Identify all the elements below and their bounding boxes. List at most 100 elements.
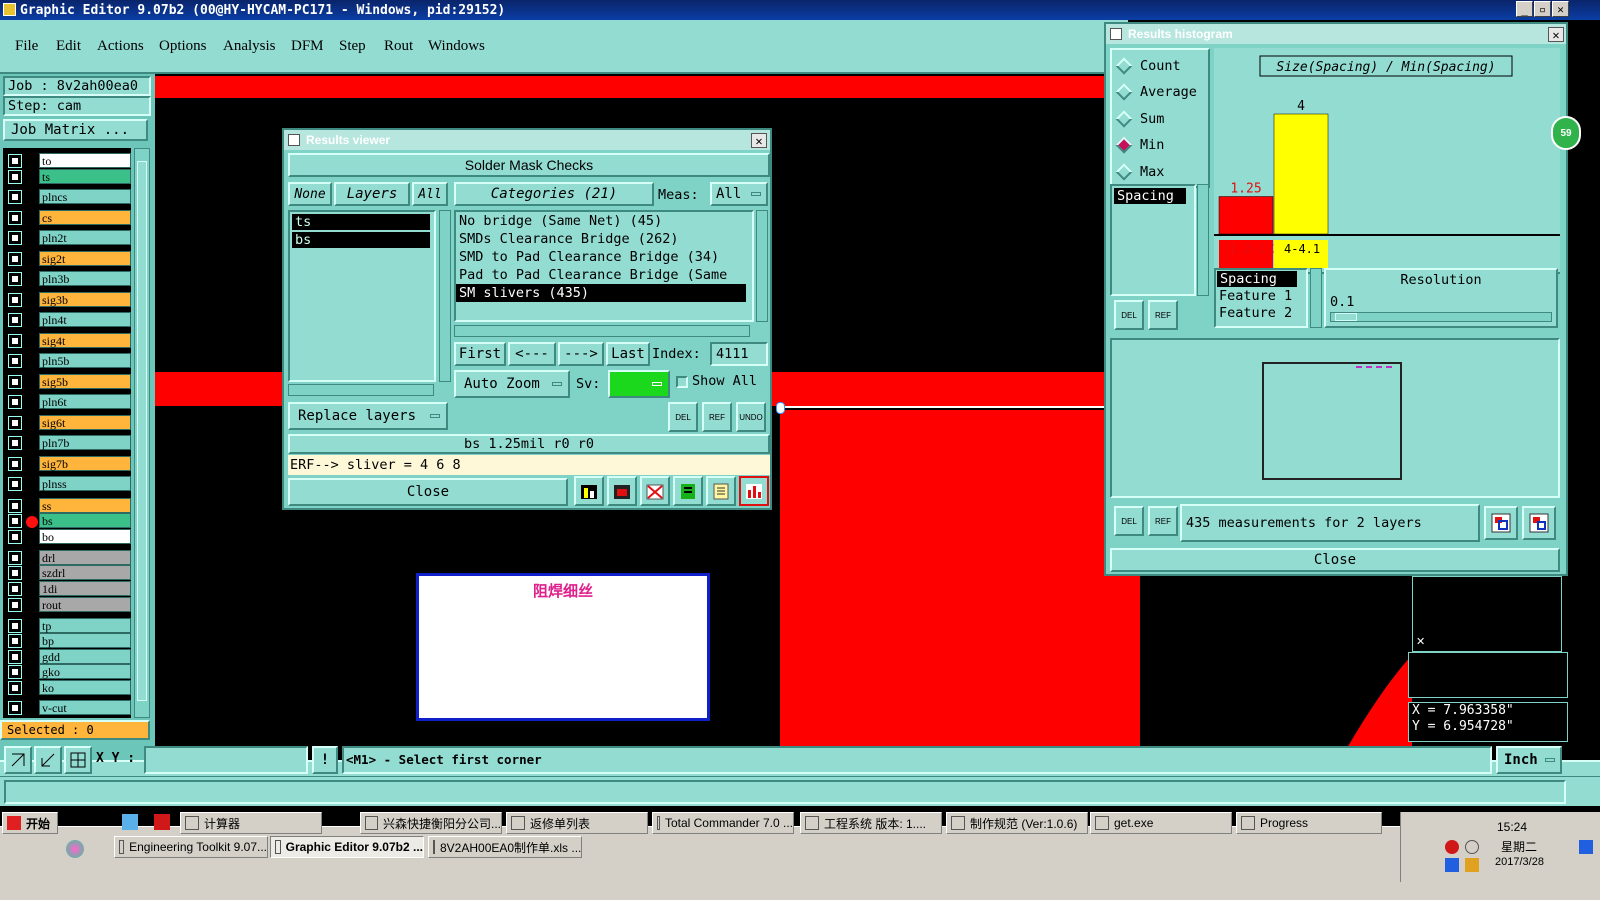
tool-measure-icon[interactable] [34,746,62,774]
layer-name[interactable]: bo [39,529,131,544]
taskbar-item[interactable]: get.exe [1090,812,1232,834]
taskbar-item[interactable]: 返修单列表 [506,812,648,834]
layer-name[interactable]: to [39,153,131,168]
layer-row[interactable]: 1di [8,581,131,597]
next-button[interactable]: ---> [558,342,604,366]
menu-file[interactable]: File [15,38,38,55]
report-icon[interactable] [706,476,736,506]
menu-analysis[interactable]: Analysis [223,38,276,55]
layer-name[interactable]: pln6t [39,394,131,409]
measure-item[interactable]: Spacing [1114,188,1186,204]
layer-checkbox[interactable] [8,551,22,565]
layer-row[interactable]: pln2t [8,230,131,246]
category-item[interactable]: No bridge (Same Net) (45) [456,212,752,230]
layer-checkbox[interactable] [8,514,22,528]
replace-layers-dropdown[interactable]: Replace layers [288,402,448,430]
zoom-window-icon[interactable] [1484,506,1518,540]
rv-layer-item[interactable]: ts [292,214,430,230]
layer-row[interactable]: ss [8,498,131,514]
mode-average[interactable]: Average [1115,83,1197,101]
pdf-icon[interactable] [154,814,170,830]
layer-checkbox[interactable] [8,436,22,450]
volume-icon[interactable] [1465,840,1479,854]
rv-close-button[interactable]: Close [288,478,568,506]
taskbar-item[interactable]: Engineering Toolkit 9.07... [114,836,268,858]
layer-row[interactable]: bo [8,529,131,545]
units-dropdown[interactable]: Inch [1496,746,1562,774]
tool-select-icon[interactable] [4,746,32,774]
layer-name[interactable]: tp [39,618,131,633]
last-button[interactable]: Last [606,342,650,366]
menu-edit[interactable]: Edit [56,38,81,55]
layer-name[interactable]: bs [39,513,131,528]
restore-button[interactable]: ▫ [1534,1,1551,17]
hist-del-button-2[interactable]: DEL [1114,506,1144,536]
layer-name[interactable]: v-cut [39,700,131,715]
layer-row[interactable]: cs [8,210,131,226]
layer-row[interactable]: bp [8,633,131,649]
hist-ref-button-2[interactable]: REF [1148,506,1178,536]
menu-step[interactable]: Step [339,38,366,55]
layer-checkbox[interactable] [8,582,22,596]
delete-results-icon[interactable] [640,476,670,506]
prev-button[interactable]: <--- [508,342,556,366]
layer-row[interactable]: sig3b [8,292,131,308]
layer-row[interactable]: gdd [8,649,131,665]
layer-row[interactable]: sig7b [8,456,131,472]
taskbar-item[interactable]: 工程系统 版本: 1.... [800,812,942,834]
layer-row[interactable]: sig4t [8,333,131,349]
layer-row[interactable]: sig5b [8,374,131,390]
tray-icon[interactable] [1445,840,1459,854]
layer-row[interactable]: pln3b [8,271,131,287]
sv-color-dropdown[interactable] [608,370,670,398]
layer-row[interactable]: sig2t [8,251,131,267]
category-item[interactable]: Pad to Pad Clearance Bridge (Same [456,266,752,284]
menu-options[interactable]: Options [159,38,207,55]
layer-name[interactable]: plnss [39,476,131,491]
layer-checkbox[interactable] [8,375,22,389]
layer-row[interactable]: gko [8,664,131,680]
layer-name[interactable]: sig4t [39,333,131,348]
mode-count[interactable]: Count [1115,57,1181,75]
layer-checkbox[interactable] [8,477,22,491]
layer-checkbox[interactable] [8,272,22,286]
xy-input[interactable] [144,746,308,774]
layer-checkbox[interactable] [8,395,22,409]
layer-checkbox[interactable] [8,354,22,368]
layer-name[interactable]: gdd [39,649,131,664]
layer-name[interactable]: drl [39,550,131,565]
layer-name[interactable]: sig7b [39,456,131,471]
layer-checkbox[interactable] [8,252,22,266]
first-button[interactable]: First [454,342,506,366]
results-viewer-close-icon[interactable]: ✕ [751,133,767,148]
taskbar-item[interactable]: Progress [1236,812,1382,834]
layer-name[interactable]: cs [39,210,131,225]
layer-row[interactable]: v-cut [8,700,131,716]
display-icon[interactable] [607,476,637,506]
layer-checkbox[interactable] [8,211,22,225]
layer-name[interactable]: sig2t [39,251,131,266]
spacing-scrollbar[interactable] [1310,268,1322,328]
layer-row[interactable]: sig6t [8,415,131,431]
layer-checkbox[interactable] [8,154,22,168]
ref-button[interactable]: REF [702,402,732,432]
quicklaunch-icon[interactable] [66,840,84,858]
show-all-checkbox[interactable] [676,376,688,388]
layer-name[interactable]: sig3b [39,292,131,307]
layer-checkbox[interactable] [8,650,22,664]
mode-sum[interactable]: Sum [1115,110,1164,128]
layer-name[interactable]: pln5b [39,353,131,368]
menu-rout[interactable]: Rout [384,38,413,55]
layer-row[interactable]: tp [8,618,131,634]
layer-row[interactable]: rout [8,597,131,613]
hist-ref-button[interactable]: REF [1148,300,1178,330]
layer-name[interactable]: ko [39,680,131,695]
layer-name[interactable]: pln2t [39,230,131,245]
hist-del-button[interactable]: DEL [1114,300,1144,330]
layer-checkbox[interactable] [8,701,22,715]
layer-checkbox[interactable] [8,334,22,348]
side-badge[interactable]: 59 [1551,116,1581,150]
show-desktop-icon[interactable] [1579,840,1593,854]
category-item[interactable]: SMD to Pad Clearance Bridge (34) [456,248,752,266]
layer-name[interactable]: szdrl [39,565,131,580]
